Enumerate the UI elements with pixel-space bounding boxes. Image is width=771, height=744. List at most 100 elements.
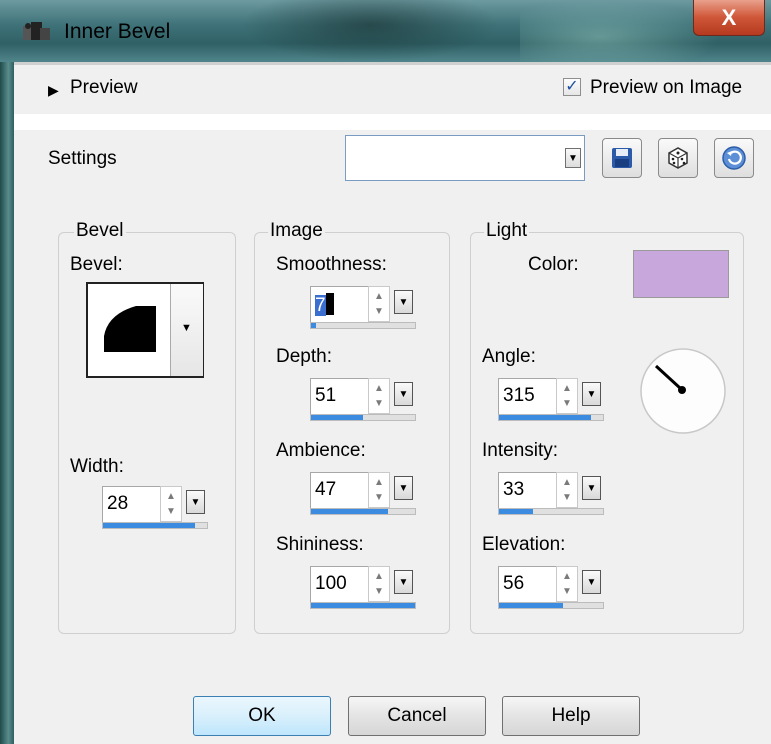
depth-input[interactable]: 51 [310, 378, 370, 414]
smoothness-input[interactable]: 7 [310, 286, 370, 322]
bevel-shape-icon [104, 306, 156, 352]
smoothness-label: Smoothness: [276, 254, 387, 275]
dropdown-arrow-icon: ▼ [586, 482, 597, 494]
depth-label: Depth: [276, 346, 332, 367]
elevation-slider-fill [499, 603, 564, 608]
smoothness-dropdown[interactable]: ▼ [394, 290, 413, 314]
arrow-down-icon: ▼ [374, 306, 384, 317]
dropdown-arrow-icon[interactable]: ▼ [565, 148, 581, 168]
dropdown-arrow-icon: ▼ [190, 496, 201, 508]
elevation-dropdown[interactable]: ▼ [582, 570, 601, 594]
shininess-input[interactable]: 100 [310, 566, 370, 602]
angle-slider-fill [499, 415, 591, 420]
smoothness-updown[interactable]: ▲ ▼ [368, 286, 390, 322]
settings-combobox[interactable]: ▼ [345, 135, 585, 181]
elevation-input[interactable]: 56 [498, 566, 558, 602]
floppy-disk-icon [612, 148, 632, 168]
angle-updown[interactable]: ▲ ▼ [556, 378, 578, 414]
close-button[interactable]: X [693, 0, 765, 36]
bevel-shape-picker[interactable]: ▼ [86, 282, 204, 378]
intensity-label: Intensity: [482, 440, 559, 461]
dropdown-arrow-icon: ▼ [398, 388, 409, 400]
depth-updown[interactable]: ▲ ▼ [368, 378, 390, 414]
arrow-down-icon: ▼ [562, 398, 572, 409]
dropdown-arrow-icon: ▼ [181, 322, 192, 334]
image-group-title: Image [268, 220, 325, 242]
angle-dropdown[interactable]: ▼ [582, 382, 601, 406]
preview-toggle[interactable]: Preview [70, 77, 138, 99]
desktop-background-strip [0, 0, 14, 744]
shininess-slider[interactable] [310, 602, 416, 609]
smoothness-slider-fill [311, 323, 317, 328]
ambience-slider[interactable] [310, 508, 416, 515]
intensity-slider[interactable] [498, 508, 604, 515]
intensity-spinner[interactable]: 33 ▲ ▼ ▼ [498, 472, 606, 518]
bevel-shape-label: Bevel: [70, 254, 123, 275]
save-preset-button[interactable] [602, 138, 642, 178]
arrow-down-icon: ▼ [374, 586, 384, 597]
ambience-input[interactable]: 47 [310, 472, 370, 508]
ambience-label: Ambience: [276, 440, 366, 461]
angle-input[interactable]: 315 [498, 378, 558, 414]
intensity-input[interactable]: 33 [498, 472, 558, 508]
angle-dial[interactable] [638, 346, 728, 436]
text-caret [325, 293, 334, 315]
app-icon [23, 22, 50, 40]
intensity-dropdown[interactable]: ▼ [582, 476, 601, 500]
angle-slider[interactable] [498, 414, 604, 421]
width-slider-fill [103, 523, 195, 528]
arrow-up-icon: ▲ [562, 383, 572, 394]
shininess-updown[interactable]: ▲ ▼ [368, 566, 390, 602]
shininess-spinner[interactable]: 100 ▲ ▼ ▼ [310, 566, 418, 612]
reset-button[interactable] [714, 138, 754, 178]
arrow-up-icon: ▲ [374, 571, 384, 582]
cancel-button[interactable]: Cancel [348, 696, 486, 736]
ambience-spinner[interactable]: 47 ▲ ▼ ▼ [310, 472, 418, 518]
bevel-dropdown-button[interactable]: ▼ [170, 284, 203, 376]
elevation-spinner[interactable]: 56 ▲ ▼ ▼ [498, 566, 606, 612]
color-label: Color: [528, 254, 579, 275]
randomize-button[interactable] [658, 138, 698, 178]
elevation-slider[interactable] [498, 602, 604, 609]
smoothness-slider[interactable] [310, 322, 416, 329]
arrow-up-icon: ▲ [166, 491, 176, 502]
light-color-swatch[interactable] [633, 250, 729, 298]
width-spinner[interactable]: 28 ▲ ▼ ▼ [102, 486, 210, 532]
elevation-updown[interactable]: ▲ ▼ [556, 566, 578, 602]
width-label: Width: [70, 456, 124, 477]
dropdown-arrow-icon: ▼ [586, 576, 597, 588]
separator [14, 62, 771, 65]
width-dropdown[interactable]: ▼ [186, 490, 205, 514]
ok-button[interactable]: OK [193, 696, 331, 736]
ambience-dropdown[interactable]: ▼ [394, 476, 413, 500]
angle-label: Angle: [482, 346, 536, 367]
help-button[interactable]: Help [502, 696, 640, 736]
dropdown-arrow-icon: ▼ [398, 482, 409, 494]
arrow-down-icon: ▼ [374, 492, 384, 503]
angle-spinner[interactable]: 315 ▲ ▼ ▼ [498, 378, 606, 424]
preview-on-image-checkbox[interactable]: ✓ [563, 78, 581, 96]
depth-spinner[interactable]: 51 ▲ ▼ ▼ [310, 378, 418, 424]
ambience-slider-fill [311, 509, 388, 514]
dropdown-arrow-icon: ▼ [398, 576, 409, 588]
width-input[interactable]: 28 [102, 486, 162, 522]
width-updown[interactable]: ▲ ▼ [160, 486, 182, 522]
checkmark-icon: ✓ [565, 78, 579, 95]
depth-dropdown[interactable]: ▼ [394, 382, 413, 406]
width-slider[interactable] [102, 522, 208, 529]
ambience-updown[interactable]: ▲ ▼ [368, 472, 390, 508]
intensity-slider-fill [499, 509, 534, 514]
dice-icon [668, 147, 688, 169]
dropdown-arrow-icon: ▼ [398, 296, 409, 308]
smoothness-spinner[interactable]: 7 ▲ ▼ ▼ [310, 286, 418, 332]
intensity-updown[interactable]: ▲ ▼ [556, 472, 578, 508]
expand-arrow-icon[interactable]: ▶ [48, 82, 59, 99]
shininess-dropdown[interactable]: ▼ [394, 570, 413, 594]
light-group-title: Light [484, 220, 530, 242]
bevel-group-title: Bevel [74, 220, 126, 242]
arrow-down-icon: ▼ [166, 506, 176, 517]
preview-on-image-label[interactable]: Preview on Image [590, 77, 742, 99]
depth-slider[interactable] [310, 414, 416, 421]
arrow-up-icon: ▲ [562, 477, 572, 488]
arrow-up-icon: ▲ [374, 291, 384, 302]
